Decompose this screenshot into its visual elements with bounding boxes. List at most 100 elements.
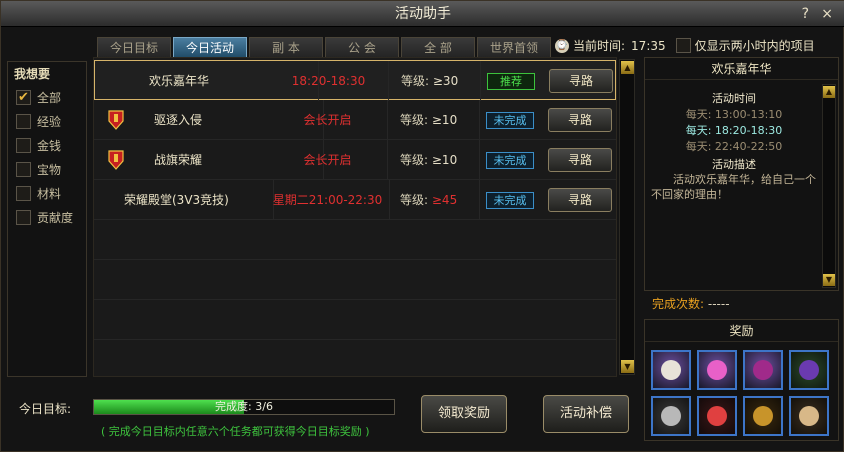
- tab-world-boss[interactable]: 世界首领: [477, 37, 551, 58]
- tab-dungeon[interactable]: 副 本: [249, 37, 323, 58]
- current-time-label: 当前时间:: [573, 39, 626, 53]
- activity-description: 活动欢乐嘉年华，给自己一个不回家的理由！: [651, 173, 816, 201]
- reward-panel: 奖励: [644, 319, 839, 441]
- completion-count: 完成次数: -----: [652, 295, 730, 312]
- tab-today-activity[interactable]: 今日活动: [173, 37, 247, 58]
- activity-compensate-button[interactable]: 活动补偿: [543, 395, 629, 433]
- sidebar-item-money[interactable]: 金钱: [8, 133, 86, 157]
- completion-label: 完成次数:: [652, 297, 705, 311]
- window-title: 活动助手: [395, 6, 451, 22]
- progress-text: 完成度: 3/6: [215, 400, 273, 413]
- sidebar-item-label: 宝物: [37, 162, 62, 177]
- detail-scrollbar[interactable]: ▲ ▼: [822, 84, 836, 288]
- activity-row[interactable]: 荣耀殿堂(3V3竞技) 星期二21:00-22:30 等级: ≥45 未完成 寻…: [94, 180, 616, 220]
- activity-row[interactable]: 欢乐嘉年华 18:20-18:30 等级: ≥30 推荐 寻路: [94, 60, 616, 101]
- tab-bar: 今日目标 今日活动 副 本 公 会 全 部 世界首领: [97, 37, 551, 59]
- list-scrollbar[interactable]: ▲ ▼: [619, 59, 635, 375]
- tab-all[interactable]: 全 部: [401, 37, 475, 58]
- scroll-up-icon[interactable]: ▲: [823, 86, 835, 98]
- close-icon[interactable]: ×: [821, 1, 833, 27]
- goal-progress-bar: 完成度: 3/6: [93, 399, 395, 415]
- activity-level: 等级: ≥10: [400, 140, 480, 180]
- checkbox-icon[interactable]: [16, 185, 31, 201]
- activity-time: 星期二21:00-22:30: [266, 180, 390, 220]
- goal-hint: ( 完成今日目标内任意六个任务都可获得今日目标奖励 ): [101, 425, 370, 438]
- activity-row[interactable]: 战旗荣耀 会长开启 等级: ≥10 未完成 寻路: [94, 140, 616, 180]
- help-icon[interactable]: ?: [802, 1, 809, 27]
- reward-fruit-icon[interactable]: [743, 350, 783, 390]
- reward-slots: [651, 350, 829, 436]
- activity-name: 荣耀殿堂(3V3竞技): [124, 180, 274, 220]
- filter-sidebar: 我想要 ✔ 全部 经验 金钱 宝物 材料 贡献度: [7, 61, 87, 377]
- activity-time: 会长开启: [268, 100, 388, 140]
- status-badge: 推荐: [487, 73, 535, 90]
- checkbox-checked-icon[interactable]: ✔: [16, 89, 31, 105]
- reward-title: 奖励: [645, 320, 838, 342]
- sidebar-item-treasure[interactable]: 宝物: [8, 157, 86, 181]
- schedule-line: 每天: 22:40-22:50: [685, 140, 783, 153]
- sidebar-item-contribution[interactable]: 贡献度: [8, 205, 86, 229]
- scroll-down-icon[interactable]: ▼: [621, 360, 634, 373]
- title-bar: 活动助手 ? ×: [1, 1, 844, 27]
- shield-banner-icon: [108, 150, 124, 170]
- empty-row: [94, 300, 616, 340]
- activity-time: 会长开启: [268, 140, 388, 180]
- reward-mount-icon[interactable]: [651, 350, 691, 390]
- claim-reward-button[interactable]: 领取奖励: [421, 395, 507, 433]
- detail-content: 活动时间 每天: 13:00-13:10 每天: 18:20-18:30 每天:…: [647, 84, 821, 286]
- scroll-up-icon[interactable]: ▲: [621, 61, 634, 74]
- sidebar-item-label: 金钱: [37, 138, 62, 153]
- activity-list: 欢乐嘉年华 18:20-18:30 等级: ≥30 推荐 寻路 驱逐入侵 会长开…: [93, 57, 617, 377]
- schedule-line: 每天: 13:00-13:10: [685, 108, 783, 121]
- activity-level: 等级: ≥10: [400, 100, 480, 140]
- sidebar-item-label: 经验: [37, 114, 62, 129]
- sidebar-title: 我想要: [14, 67, 51, 81]
- reward-orb-icon[interactable]: [697, 350, 737, 390]
- tab-today-goal[interactable]: 今日目标: [97, 37, 171, 58]
- two-hour-filter-checkbox[interactable]: [675, 38, 691, 53]
- reward-medal-icon[interactable]: [743, 396, 783, 436]
- pathfind-button[interactable]: 寻路: [548, 188, 612, 212]
- detail-title: 欢乐嘉年华: [645, 58, 838, 80]
- empty-row: [94, 340, 616, 380]
- empty-row: [94, 220, 616, 260]
- activity-row[interactable]: 驱逐入侵 会长开启 等级: ≥10 未完成 寻路: [94, 100, 616, 140]
- shield-banner-icon: [108, 110, 124, 130]
- checkbox-icon[interactable]: [16, 209, 31, 225]
- reward-berries-icon[interactable]: [789, 350, 829, 390]
- sidebar-item-all[interactable]: ✔ 全部: [8, 85, 86, 109]
- activity-level: 等级: ≥45: [400, 180, 480, 220]
- checkbox-icon[interactable]: [16, 161, 31, 177]
- status-badge: 未完成: [486, 152, 534, 169]
- status-badge: 未完成: [486, 192, 534, 209]
- two-hour-filter-label: 仅显示两小时内的项目: [694, 39, 815, 53]
- sidebar-item-label: 材料: [37, 186, 62, 201]
- activity-assistant-window: 活动助手 ? × 今日目标 今日活动 副 本 公 会 全 部 世界首领 ⌚ 当前…: [0, 0, 844, 452]
- clock-icon: ⌚: [555, 38, 569, 53]
- pathfind-button[interactable]: 寻路: [548, 148, 612, 172]
- sidebar-item-exp[interactable]: 经验: [8, 109, 86, 133]
- clock-bar: ⌚ 当前时间: 17:35 仅显示两小时内的项目: [555, 37, 815, 54]
- desc-heading: 活动描述: [712, 158, 756, 171]
- reward-scroll-stack-icon[interactable]: [651, 396, 691, 436]
- time-heading: 活动时间: [712, 92, 756, 105]
- schedule-line-current: 每天: 18:20-18:30: [685, 124, 783, 137]
- activity-detail-panel: 欢乐嘉年华 活动时间 每天: 13:00-13:10 每天: 18:20-18:…: [644, 57, 839, 291]
- scroll-down-icon[interactable]: ▼: [823, 274, 835, 286]
- sidebar-item-label: 全部: [37, 90, 62, 105]
- empty-row: [94, 260, 616, 300]
- reward-map-icon[interactable]: [789, 396, 829, 436]
- sidebar-item-label: 贡献度: [37, 210, 74, 225]
- sidebar-item-material[interactable]: 材料: [8, 181, 86, 205]
- pathfind-button[interactable]: 寻路: [549, 69, 613, 93]
- status-badge: 未完成: [486, 112, 534, 129]
- pathfind-button[interactable]: 寻路: [548, 108, 612, 132]
- today-goal-label: 今日目标:: [19, 402, 72, 416]
- activity-level: 等级: ≥30: [401, 61, 481, 101]
- checkbox-icon[interactable]: [16, 137, 31, 153]
- reward-potion-icon[interactable]: [697, 396, 737, 436]
- checkbox-icon[interactable]: [16, 113, 31, 129]
- activity-time: 18:20-18:30: [269, 61, 389, 101]
- tab-guild[interactable]: 公 会: [325, 37, 399, 58]
- current-time-value: 17:35: [631, 38, 666, 53]
